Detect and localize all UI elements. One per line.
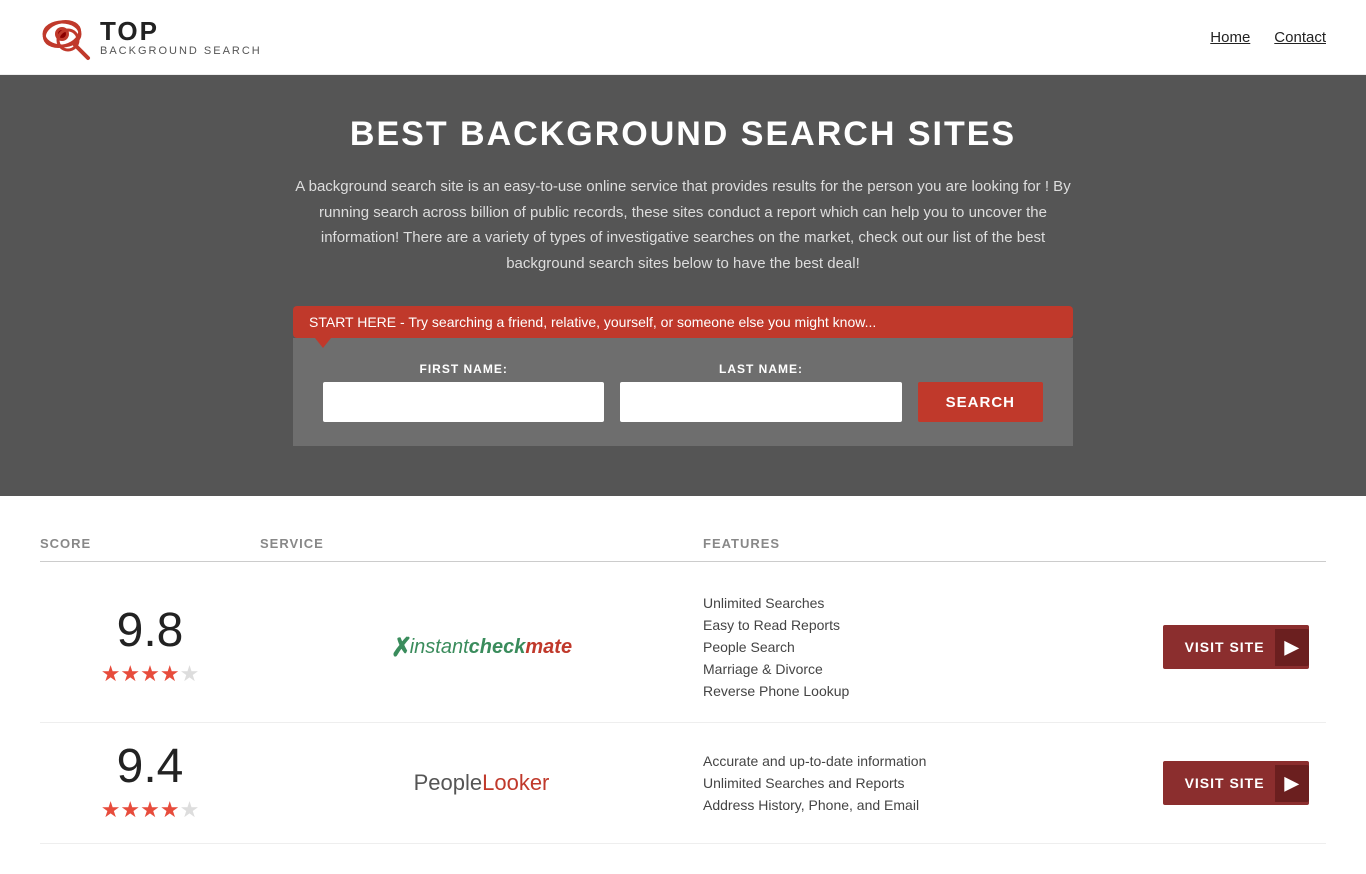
- col-action: [1146, 536, 1326, 551]
- pl-looker: Looker: [482, 770, 549, 795]
- table-row: 9.4 ★★★★★ PeopleLooker Accurate and up-t…: [40, 723, 1326, 844]
- main-nav: Home Contact: [1210, 29, 1326, 46]
- visit-label-1: VISIT SITE: [1185, 639, 1265, 655]
- table-header: SCORE SERVICE FEATURES: [40, 526, 1326, 562]
- last-name-input[interactable]: [620, 382, 901, 422]
- service-cell-2: PeopleLooker: [260, 770, 703, 796]
- ic-x-mark: ✗: [391, 632, 410, 663]
- score-cell-1: 9.8 ★★★★★: [40, 607, 260, 687]
- last-name-group: LAST NAME:: [620, 362, 901, 422]
- visit-site-button-1[interactable]: VISIT SITE ▶: [1163, 625, 1310, 669]
- col-service: SERVICE: [260, 536, 703, 551]
- logo-text: TOP BACKGROUND SEARCH: [100, 17, 262, 58]
- score-cell-2: 9.4 ★★★★★: [40, 743, 260, 823]
- first-name-group: FIRST NAME:: [323, 362, 604, 422]
- logo-sub: BACKGROUND SEARCH: [100, 45, 262, 57]
- features-cell-1: Unlimited Searches Easy to Read Reports …: [703, 592, 1146, 702]
- nav-contact[interactable]: Contact: [1274, 29, 1326, 46]
- table-row: 9.8 ★★★★★ ✗ instant checkmate Unlimited …: [40, 572, 1326, 723]
- feature-item: Accurate and up-to-date information: [703, 750, 1146, 772]
- peoplelooker-logo: PeopleLooker: [414, 770, 550, 796]
- visit-cell-1: VISIT SITE ▶: [1146, 625, 1326, 669]
- visit-arrow-2: ▶: [1275, 765, 1310, 802]
- feature-item: Address History, Phone, and Email: [703, 794, 1146, 816]
- feature-item: Easy to Read Reports: [703, 614, 1146, 636]
- instantcheckmate-logo: ✗ instant checkmate: [391, 632, 572, 663]
- feature-item: Marriage & Divorce: [703, 658, 1146, 680]
- pl-people: People: [414, 770, 483, 795]
- search-box: FIRST NAME: LAST NAME: SEARCH: [293, 338, 1073, 446]
- site-header: TOP BACKGROUND SEARCH Home Contact: [0, 0, 1366, 75]
- feature-item: Unlimited Searches and Reports: [703, 772, 1146, 794]
- features-list-1: Unlimited Searches Easy to Read Reports …: [703, 592, 1146, 702]
- visit-arrow-1: ▶: [1275, 629, 1310, 666]
- col-features: FEATURES: [703, 536, 1146, 551]
- feature-item: Unlimited Searches: [703, 592, 1146, 614]
- stars-2: ★★★★★: [40, 797, 260, 823]
- logo-top: TOP: [100, 17, 262, 46]
- last-name-label: LAST NAME:: [620, 362, 901, 376]
- features-list-2: Accurate and up-to-date information Unli…: [703, 750, 1146, 816]
- feature-item: Reverse Phone Lookup: [703, 680, 1146, 702]
- stars-1: ★★★★★: [40, 661, 260, 687]
- hero-description: A background search site is an easy-to-u…: [293, 174, 1073, 276]
- logo-icon: [40, 12, 100, 62]
- nav-home[interactable]: Home: [1210, 29, 1250, 46]
- search-container: START HERE - Try searching a friend, rel…: [293, 306, 1073, 446]
- results-table: SCORE SERVICE FEATURES 9.8 ★★★★★ ✗ insta…: [0, 496, 1366, 874]
- search-button[interactable]: SEARCH: [918, 382, 1043, 422]
- ic-instant: instant: [410, 636, 469, 659]
- hero-section: BEST BACKGROUND SEARCH SITES A backgroun…: [0, 75, 1366, 496]
- first-name-input[interactable]: [323, 382, 604, 422]
- feature-item: People Search: [703, 636, 1146, 658]
- search-prompt: START HERE - Try searching a friend, rel…: [293, 306, 1073, 338]
- service-cell-1: ✗ instant checkmate: [260, 632, 703, 663]
- first-name-label: FIRST NAME:: [323, 362, 604, 376]
- score-number-1: 9.8: [40, 607, 260, 655]
- score-number-2: 9.4: [40, 743, 260, 791]
- ic-mate: mate: [525, 636, 572, 659]
- logo-area: TOP BACKGROUND SEARCH: [40, 12, 262, 62]
- visit-label-2: VISIT SITE: [1185, 775, 1265, 791]
- col-score: SCORE: [40, 536, 260, 551]
- page-title: BEST BACKGROUND SEARCH SITES: [20, 115, 1346, 154]
- features-cell-2: Accurate and up-to-date information Unli…: [703, 750, 1146, 816]
- ic-check: check: [469, 636, 526, 659]
